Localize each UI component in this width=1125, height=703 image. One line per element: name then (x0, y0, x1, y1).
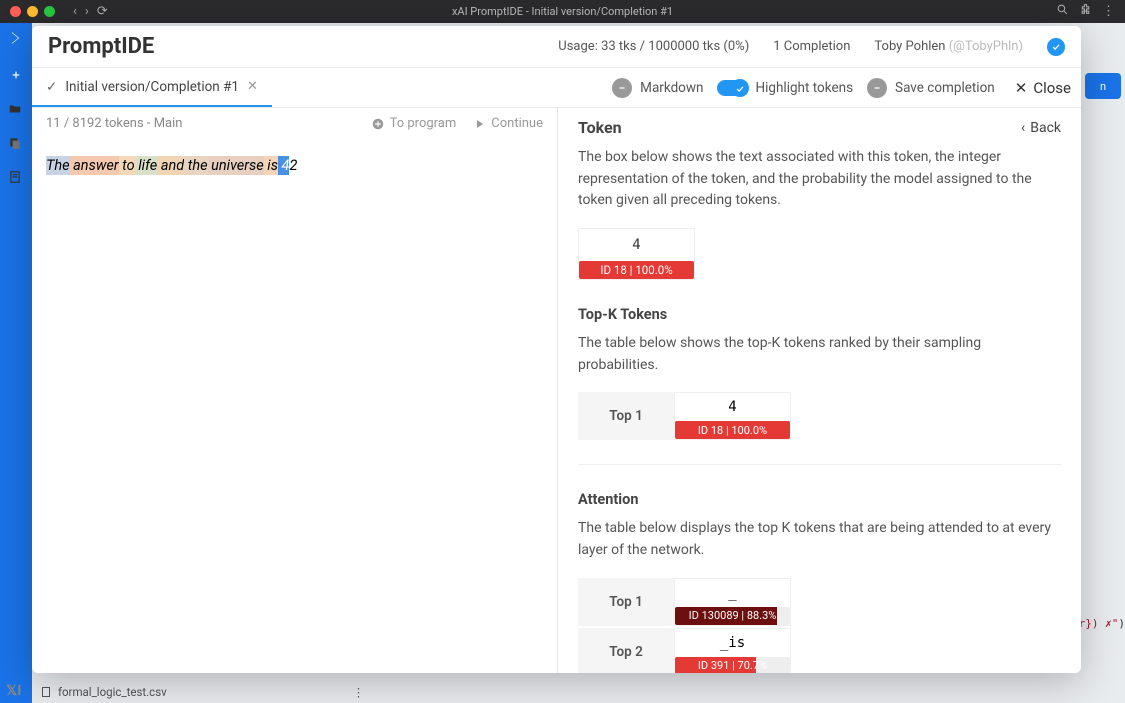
toggle-off-icon (867, 78, 887, 98)
topk-token-cell[interactable]: _ID 130089 | 88.3% (674, 578, 791, 626)
token-prob-bar: ID 18 | 100.0% (579, 261, 694, 279)
topk-token-text: 4 (675, 393, 790, 421)
topk-desc: The table below shows the top-K tokens r… (578, 333, 1061, 376)
window-minimize[interactable] (27, 6, 38, 17)
toggle-off-icon (612, 78, 632, 98)
extensions-icon[interactable] (1079, 3, 1092, 20)
app-title: PromptIDE (48, 34, 154, 59)
tab-close-icon[interactable]: ✕ (247, 79, 258, 94)
panel-title: Token (578, 118, 622, 137)
rail-files-icon[interactable] (8, 135, 24, 151)
browser-menu-icon[interactable]: ⋮ (1102, 4, 1115, 19)
bg-file-tab[interactable]: formal_logic_test.csv ⋮ (40, 685, 364, 699)
rail-prompt-icon[interactable] (7, 29, 25, 47)
topk-prob-bar: ID 391 | 70.7% (675, 657, 790, 673)
bg-login-button[interactable]: n (1085, 73, 1121, 99)
token-universe[interactable]: universe (208, 156, 264, 175)
topk-title: Top-K Tokens (578, 306, 1061, 323)
tab-label: Initial version/Completion #1 (65, 79, 239, 95)
token-is[interactable]: is (264, 156, 278, 175)
rail-add-icon[interactable] (8, 67, 24, 83)
topk-token-text: _ (675, 579, 790, 607)
search-icon[interactable] (1056, 3, 1069, 20)
browser-tab-title: xAI PromptIDE - Initial version/Completi… (452, 5, 673, 18)
user-name[interactable]: Toby Pohlen (@TobyPhln) (874, 39, 1023, 54)
window-maximize[interactable] (44, 6, 55, 17)
token-the[interactable]: The (46, 156, 70, 175)
attention-title: Attention (578, 491, 1061, 508)
close-icon: ✕ (1015, 79, 1028, 97)
chevron-left-icon: ‹ (1021, 120, 1025, 136)
prompt-editor[interactable]: The answer to life and the universe is 4… (32, 139, 557, 192)
attention-desc: The table below displays the top K token… (578, 518, 1061, 561)
token-4-selected[interactable]: 4 (278, 156, 289, 175)
nav-forward-icon[interactable]: › (85, 4, 89, 19)
rail-doc-icon[interactable] (8, 169, 24, 185)
xai-logo: 𝕏I (6, 683, 21, 699)
token-description: The box below shows the text associated … (578, 147, 1061, 212)
browser-chrome: ‹ › ⟳ xAI PromptIDE - Initial version/Co… (0, 0, 1125, 23)
token-count: 11 / 8192 tokens - Main (46, 116, 182, 131)
token-info-box: 4 ID 18 | 100.0% (578, 228, 695, 280)
completion-count[interactable]: 1 Completion (773, 39, 850, 54)
nav-reload-icon[interactable]: ⟳ (97, 4, 108, 19)
completion-modal: PromptIDE Usage: 33 tks / 1000000 tks (0… (32, 26, 1081, 673)
nav-back-icon[interactable]: ‹ (73, 4, 77, 19)
topk-prob-bar: ID 130089 | 88.3% (675, 607, 790, 625)
token-to[interactable]: to (119, 156, 135, 175)
close-button[interactable]: ✕ Close (1015, 79, 1071, 97)
save-completion-toggle[interactable]: Save completion (867, 78, 995, 98)
topk-row: Top 2_isID 391 | 70.7% (578, 628, 1061, 673)
markdown-toggle[interactable]: Markdown (612, 78, 703, 98)
topk-token-cell[interactable]: _isID 391 | 70.7% (674, 628, 791, 673)
token-the2[interactable]: the (184, 156, 207, 175)
topk-token-text: _is (675, 629, 790, 657)
sync-status-icon (1047, 38, 1065, 56)
to-program-button[interactable]: To program (371, 116, 457, 131)
back-button[interactable]: ‹ Back (1021, 120, 1061, 136)
topk-rank-label: Top 2 (578, 628, 674, 673)
traffic-lights (10, 6, 55, 17)
continue-button[interactable]: Continue (474, 116, 543, 131)
rail-folder-icon[interactable] (8, 101, 24, 117)
highlight-toggle[interactable]: Highlight tokens (717, 80, 853, 96)
window-close[interactable] (10, 6, 21, 17)
topk-row: Top 14ID 18 | 100.0% (578, 392, 1061, 440)
usage-text: Usage: 33 tks / 1000000 tks (0%) (558, 39, 749, 54)
topk-rank-label: Top 1 (578, 392, 674, 440)
topk-row: Top 1_ID 130089 | 88.3% (578, 578, 1061, 626)
token-text: 4 (579, 229, 694, 261)
tab-completion[interactable]: ✓ Initial version/Completion #1 ✕ (32, 68, 272, 107)
token-answer[interactable]: answer (70, 156, 119, 175)
token-2[interactable]: 2 (289, 156, 297, 175)
token-and[interactable]: and (157, 156, 184, 175)
token-life[interactable]: life (135, 156, 158, 175)
topk-rank-label: Top 1 (578, 578, 674, 626)
topk-prob-bar: ID 18 | 100.0% (675, 421, 790, 439)
check-icon: ✓ (46, 79, 57, 95)
toggle-on-icon (717, 80, 747, 96)
topk-token-cell[interactable]: 4ID 18 | 100.0% (674, 392, 791, 440)
